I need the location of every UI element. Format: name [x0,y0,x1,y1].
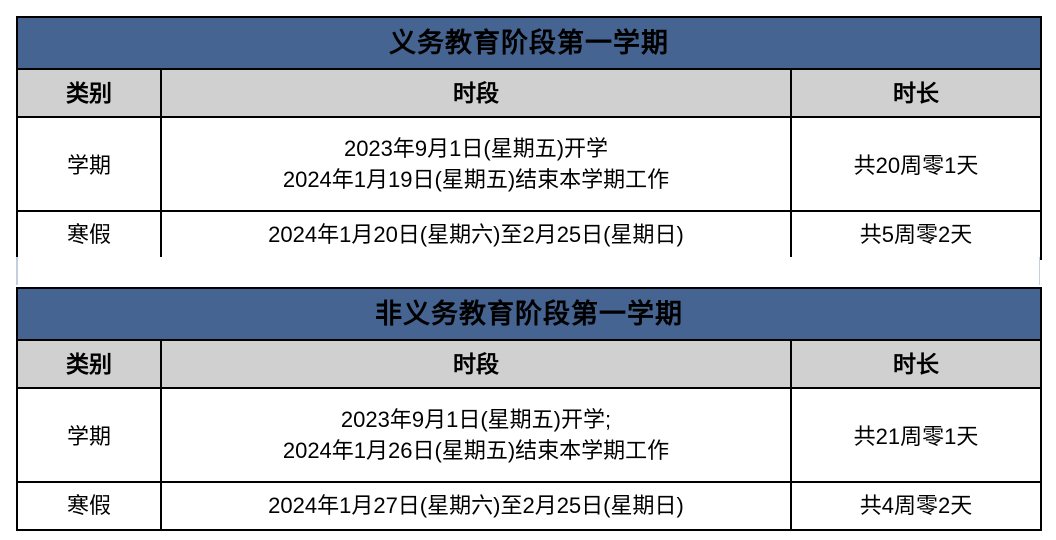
period-line-1: 2023年9月1日(星期五)开学; [340,406,612,432]
table-row: 学期 2023年9月1日(星期五)开学; 2024年1月26日(星期五)结束本学… [16,387,1043,483]
compulsory-education-semester-table: 义务教育阶段第一学期 类别 时段 时长 学期 2023年9月1日(星期五)开学 … [16,16,1042,260]
column-header-category: 类别 [16,339,162,389]
column-header-duration: 时长 [790,68,1042,118]
table-title-row: 非义务教育阶段第一学期 [15,287,1043,341]
table-title: 非义务教育阶段第一学期 [15,287,1043,341]
row-duration-value: 共4周零2天 [789,481,1043,531]
column-header-period: 时段 [160,68,792,118]
table-row: 寒假 2024年1月27日(星期六)至2月25日(星期日) 共4周零2天 [16,481,1043,531]
column-header-category: 类别 [16,68,162,118]
table-title-row: 义务教育阶段第一学期 [16,16,1042,70]
period-line-2: 2024年1月26日(星期五)结束本学期工作 [282,438,670,463]
column-header-duration: 时长 [789,339,1043,389]
row-duration-value: 共5周零2天 [790,210,1042,260]
table-row: 寒假 2024年1月20日(星期六)至2月25日(星期日) 共5周零2天 [16,210,1042,260]
table-header-row: 类别 时段 时长 [16,68,1042,118]
period-line-2: 2024年1月19日(星期五)结束本学期工作 [282,167,670,192]
table-spacer [16,257,1040,285]
table-title: 义务教育阶段第一学期 [16,16,1042,70]
row-duration-value: 共20周零1天 [790,116,1042,212]
non-compulsory-education-semester-table: 非义务教育阶段第一学期 类别 时段 时长 学期 2023年9月1日(星期五)开学… [15,287,1043,531]
row-category-label: 寒假 [16,481,162,531]
row-period-value: 2024年1月20日(星期六)至2月25日(星期日) [160,210,792,260]
column-header-period: 时段 [160,339,792,389]
row-category-label: 学期 [16,387,162,483]
row-category-label: 学期 [16,116,162,212]
row-period-value: 2023年9月1日(星期五)开学; 2024年1月26日(星期五)结束本学期工作 [160,387,792,483]
period-line-1: 2023年9月1日(星期五)开学 [343,135,609,161]
row-period-value: 2023年9月1日(星期五)开学 2024年1月19日(星期五)结束本学期工作 [160,116,792,212]
table-row: 学期 2023年9月1日(星期五)开学 2024年1月19日(星期五)结束本学期… [16,116,1042,212]
row-duration-value: 共21周零1天 [789,387,1043,483]
row-period-value: 2024年1月27日(星期六)至2月25日(星期日) [160,481,792,531]
calendar-sheet: 义务教育阶段第一学期 类别 时段 时长 学期 2023年9月1日(星期五)开学 … [0,0,1056,540]
table-header-row: 类别 时段 时长 [16,339,1043,389]
row-category-label: 寒假 [16,210,162,260]
